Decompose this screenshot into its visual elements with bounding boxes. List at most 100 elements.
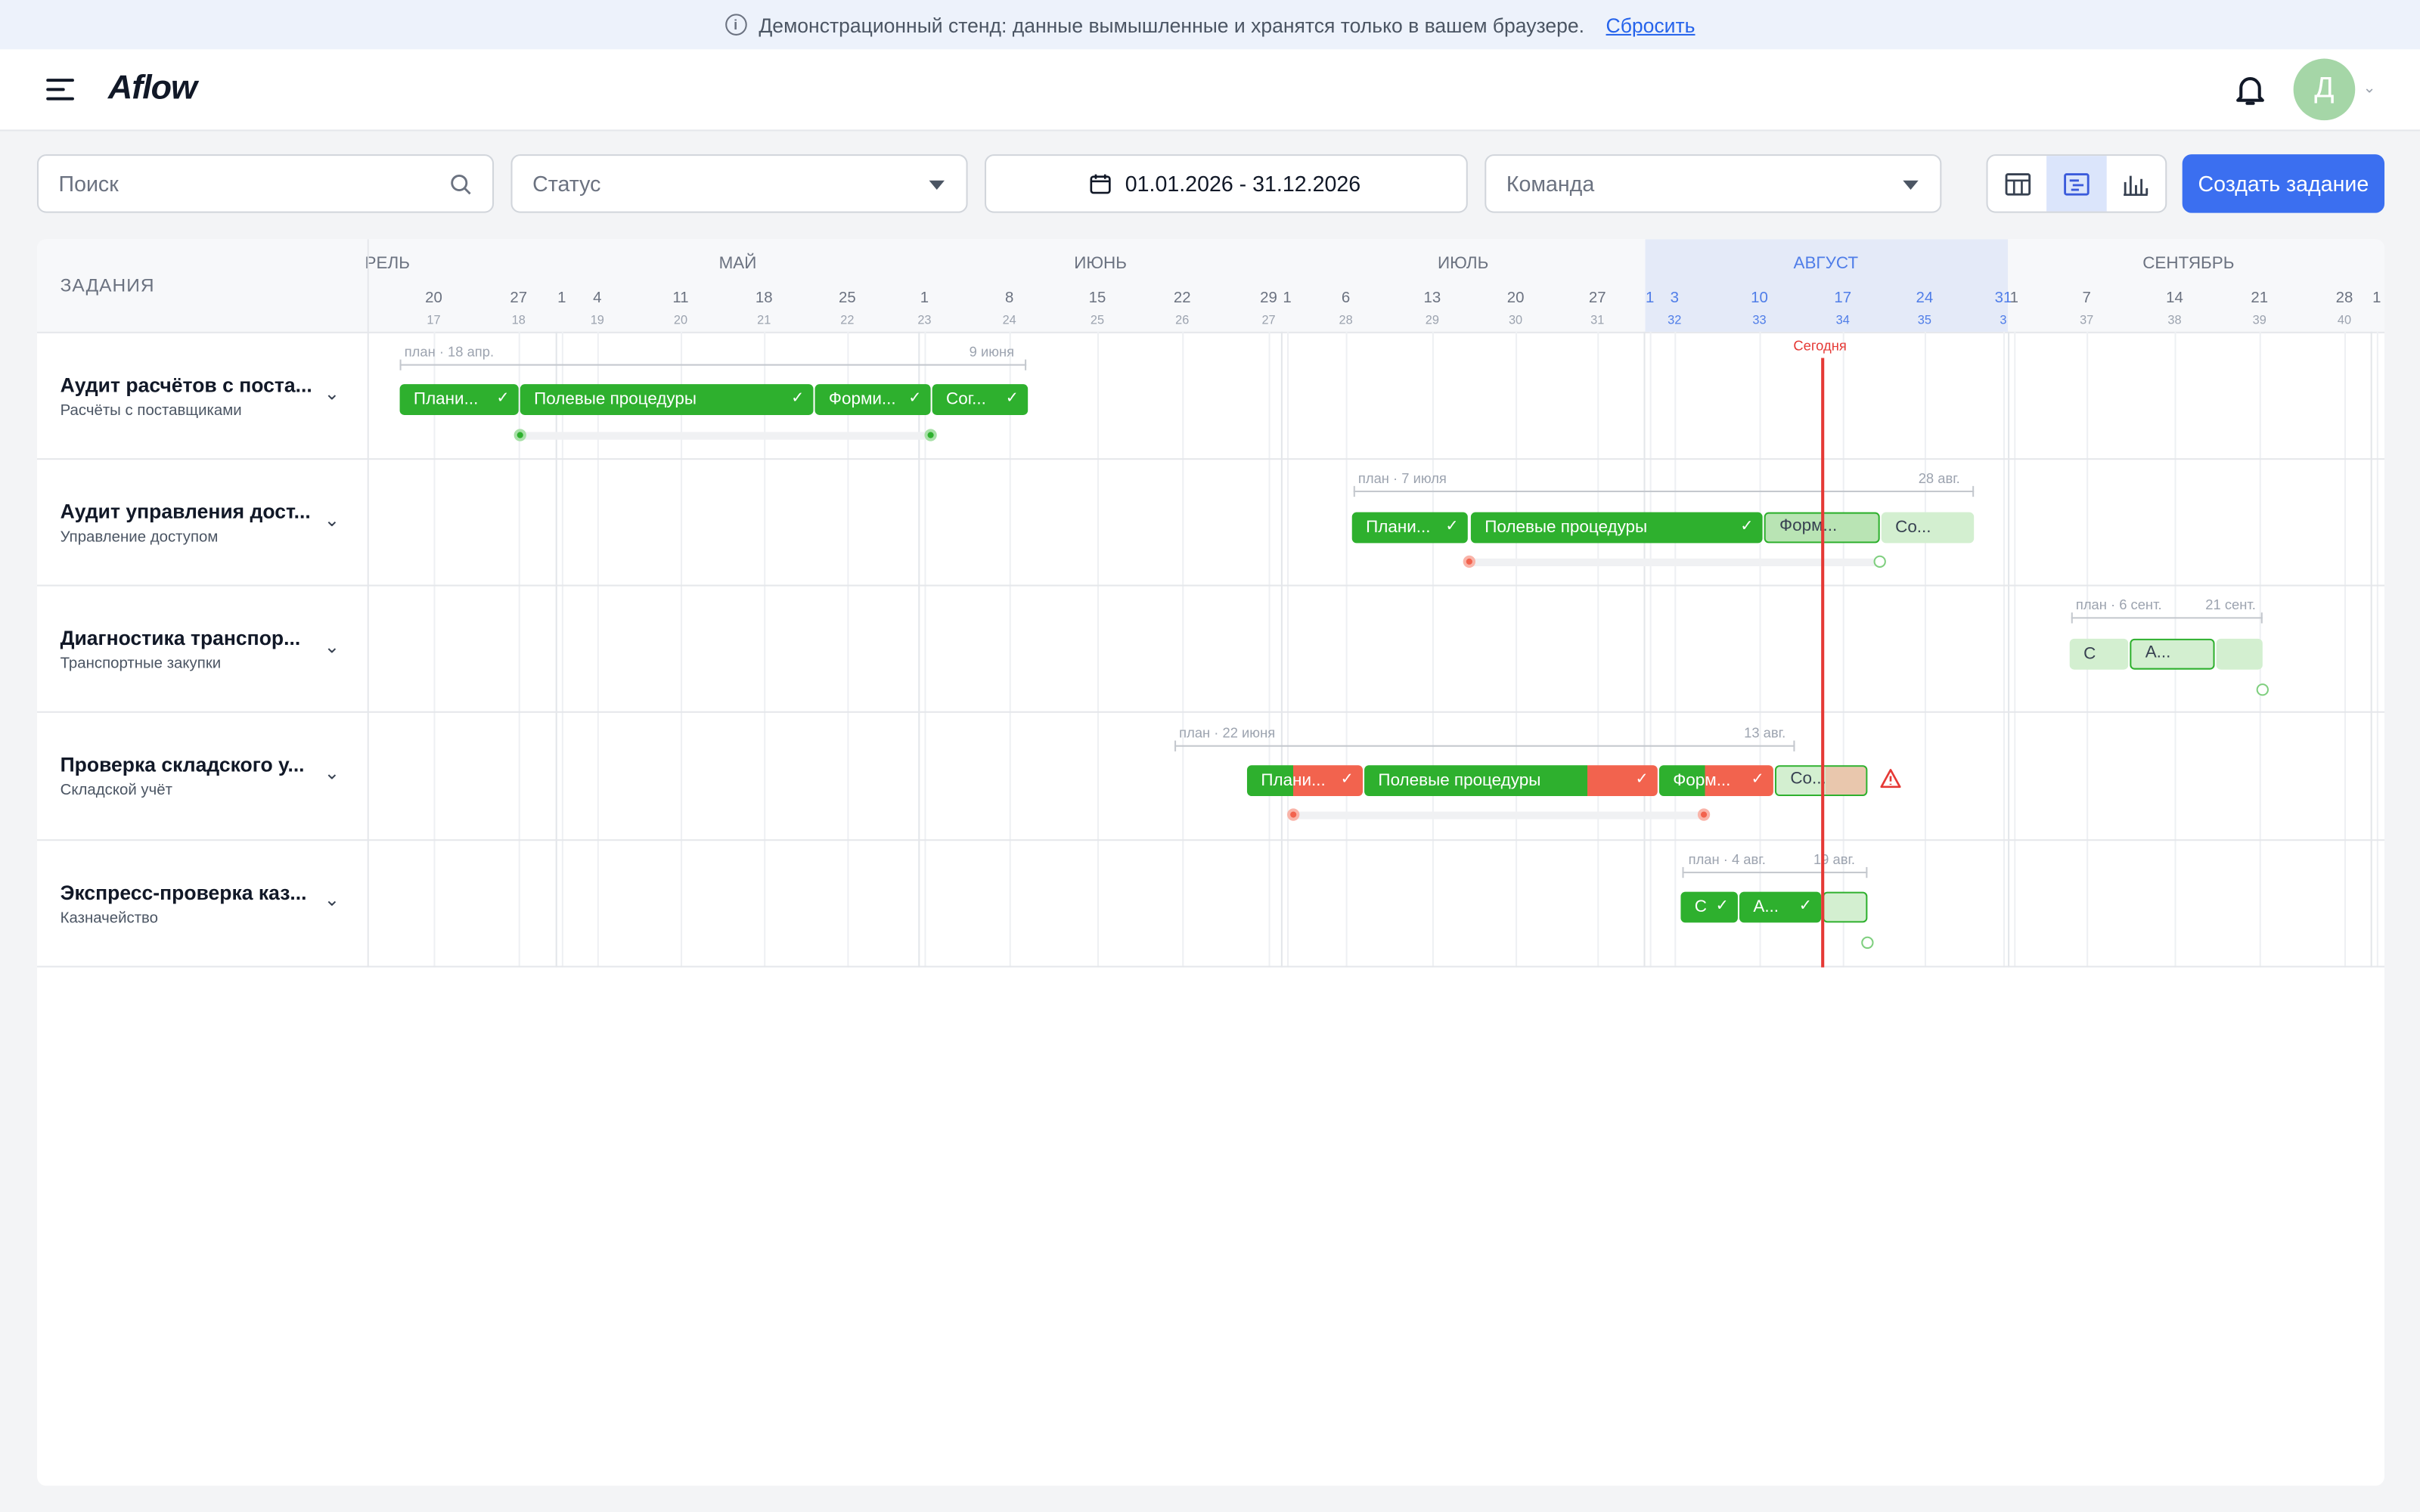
- week-day-label: 27: [1588, 290, 1606, 308]
- chevron-down-icon[interactable]: ⌄: [2363, 80, 2375, 97]
- stage-bar[interactable]: Полевые процедуры ✓: [1470, 512, 1763, 544]
- check-icon: ✓: [1740, 518, 1754, 536]
- week-gridline: [1924, 331, 1926, 968]
- week-gridline: [1097, 331, 1100, 968]
- week-day-label: 3: [1670, 290, 1679, 308]
- bell-icon[interactable]: [2232, 71, 2269, 116]
- stage-bar[interactable]: Полевые процедуры ✓: [520, 384, 814, 415]
- stage-bar[interactable]: [1823, 891, 1868, 923]
- team-select[interactable]: Команда: [1485, 154, 1942, 213]
- task-subtitle: Казначейство: [60, 910, 159, 928]
- week-number-label: 37: [2080, 313, 2094, 327]
- status-select[interactable]: Статус: [510, 154, 968, 213]
- table-view-button[interactable]: [1988, 156, 2047, 211]
- stage-bar[interactable]: Плани... ✓: [399, 384, 519, 415]
- chevron-down-icon[interactable]: ⌄: [324, 509, 340, 531]
- stage-bar[interactable]: А... ✓: [1739, 891, 1822, 923]
- stage-bar[interactable]: Полевые процедуры ✓: [1364, 765, 1658, 797]
- week-day-label: 1: [2009, 290, 2018, 308]
- week-day-label: 21: [2251, 290, 2269, 308]
- stage-bar[interactable]: С ✓: [1680, 891, 1738, 923]
- week-number-label: 28: [1339, 313, 1353, 327]
- chevron-down-icon[interactable]: ⌄: [324, 636, 340, 658]
- milestone-dot[interactable]: [1697, 808, 1711, 821]
- milestone-dot[interactable]: [1287, 808, 1300, 821]
- week-number-label: 30: [1508, 313, 1523, 327]
- plan-start-label: план · 6 сент.: [2075, 596, 2162, 613]
- today-label: Сегодня: [1793, 337, 1847, 354]
- week-day-label: 1: [2372, 290, 2381, 308]
- milestone-dot[interactable]: [1861, 936, 1874, 950]
- menu-icon[interactable]: [46, 77, 74, 102]
- stage-label: Со...: [1895, 518, 1931, 538]
- reset-link[interactable]: Сбросить: [1606, 13, 1696, 36]
- plan-end-label: 9 июня: [969, 344, 1015, 360]
- plan-end-label: 13 авг.: [1744, 725, 1786, 741]
- create-task-button[interactable]: Создать задание: [2182, 154, 2385, 213]
- stage-bar[interactable]: Плани... ✓: [1351, 512, 1468, 544]
- task-title[interactable]: Экспресс-проверка каз...: [60, 881, 307, 904]
- week-gridline: [2014, 331, 2016, 968]
- chevron-down-icon[interactable]: ⌄: [324, 383, 340, 404]
- bar-chart-icon: [2124, 175, 2149, 196]
- week-gridline: [433, 331, 436, 968]
- check-icon: ✓: [496, 390, 510, 407]
- check-icon: ✓: [791, 390, 805, 407]
- milestone-dot[interactable]: [1873, 555, 1886, 569]
- stage-bar[interactable]: Сог... ✓: [932, 384, 1028, 415]
- plan-bar: [1682, 866, 1868, 878]
- week-number-label: 21: [757, 313, 771, 327]
- progress-track: [1470, 558, 1880, 566]
- stage-bar[interactable]: Со...: [1881, 512, 1975, 544]
- stage-bar[interactable]: Форми... ✓: [814, 384, 931, 415]
- stage-bar[interactable]: А...: [2130, 638, 2215, 670]
- chevron-down-icon[interactable]: ⌄: [324, 889, 340, 911]
- stage-label: Плани...: [1261, 771, 1326, 790]
- check-icon: ✓: [1798, 897, 1812, 916]
- milestone-dot[interactable]: [1463, 555, 1476, 569]
- calendar-icon: [1090, 174, 1111, 194]
- month-label: АВГУСТ: [1793, 254, 1859, 274]
- stage-label: А...: [2145, 643, 2171, 662]
- team-placeholder: Команда: [1506, 171, 1595, 197]
- gantt-view-button[interactable]: [2046, 156, 2106, 212]
- month-label: ИЮНЬ: [1074, 254, 1127, 274]
- stage-label: С: [2083, 645, 2096, 664]
- app-logo[interactable]: Aflow: [108, 68, 197, 108]
- tasks-column-title: ЗАДАНИЯ: [60, 274, 155, 296]
- task-title[interactable]: Аудит управления дост...: [60, 500, 311, 523]
- chevron-down-icon[interactable]: ⌄: [324, 762, 340, 784]
- week-number-label: 35: [1917, 313, 1931, 327]
- task-title[interactable]: Аудит расчётов с поста...: [60, 373, 312, 397]
- stage-bar[interactable]: Форм... ✓: [1658, 765, 1773, 797]
- week-day-label: 10: [1751, 290, 1768, 308]
- week-number-label: 3: [2000, 313, 2007, 327]
- month-label: ИЮЛЬ: [1438, 254, 1489, 274]
- date-range-picker[interactable]: 01.01.2026 - 31.12.2026: [985, 154, 1468, 213]
- week-day-label: 22: [1173, 290, 1191, 308]
- demo-banner: i Демонстрационный стенд: данные вымышле…: [0, 0, 2420, 50]
- milestone-dot[interactable]: [513, 429, 526, 442]
- warning-icon[interactable]: [1880, 768, 1902, 796]
- plan-bar: [1174, 740, 1795, 751]
- view-switcher: [1986, 154, 2167, 213]
- task-title[interactable]: Проверка складского у...: [60, 753, 305, 776]
- stage-label: Форми...: [828, 390, 896, 409]
- week-gridline: [924, 331, 926, 968]
- stage-bar[interactable]: С: [2069, 638, 2129, 670]
- week-gridline: [2376, 331, 2378, 968]
- week-day-label: 24: [1916, 290, 1934, 308]
- check-icon: ✓: [1005, 390, 1019, 407]
- milestone-dot[interactable]: [2256, 683, 2269, 696]
- milestone-dot[interactable]: [924, 429, 937, 442]
- week-number-label: 33: [1752, 313, 1767, 327]
- avatar[interactable]: Д: [2293, 58, 2356, 121]
- task-title[interactable]: Диагностика транспор...: [60, 627, 301, 650]
- plan-start-label: план · 4 авг.: [1688, 851, 1766, 867]
- week-day-label: 7: [2082, 290, 2091, 308]
- chart-view-button[interactable]: [2106, 156, 2165, 211]
- stage-bar[interactable]: Плани... ✓: [1246, 765, 1364, 797]
- status-placeholder: Статус: [532, 171, 601, 197]
- search-input[interactable]: Поиск: [36, 154, 495, 213]
- stage-bar[interactable]: [2216, 638, 2263, 670]
